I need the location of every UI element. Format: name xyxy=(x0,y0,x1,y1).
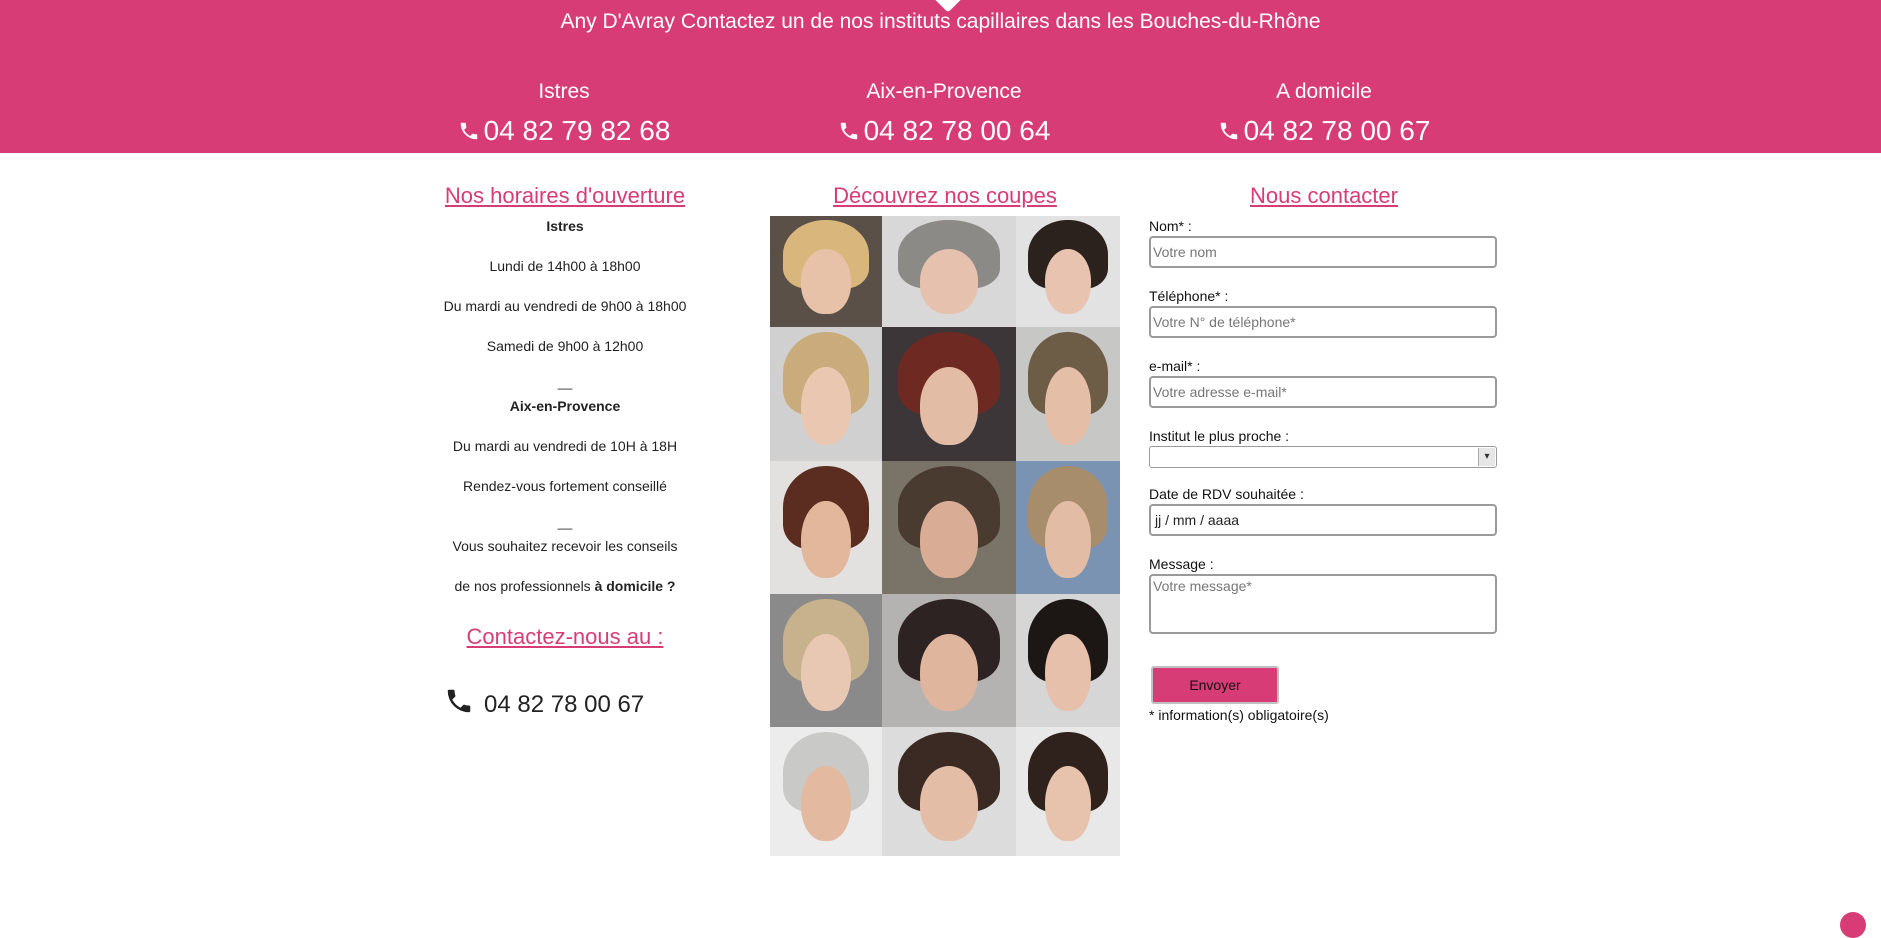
hours-line: Du mardi au vendredi de 10H à 18H xyxy=(452,438,678,454)
hours-line: Samedi de 9h00 à 12h00 xyxy=(486,338,644,354)
haircut-photo xyxy=(770,594,882,727)
name-input[interactable] xyxy=(1149,236,1497,268)
office-phone-link[interactable]: 04 82 78 00 64 xyxy=(794,114,1094,148)
office-domicile: A domicile 04 82 78 00 67 xyxy=(1174,80,1474,148)
contact-phone-title: Contactez-nous au : xyxy=(466,624,664,649)
hours-aix-name: Aix-en-Provence xyxy=(509,398,621,414)
haircut-photo xyxy=(770,461,882,594)
date-label: Date de RDV souhaitée : xyxy=(1149,486,1304,502)
haircut-photo xyxy=(882,216,1016,327)
office-istres: Istres 04 82 79 82 68 xyxy=(414,80,714,148)
haircut-gallery xyxy=(770,216,1120,856)
hours-home-bold: à domicile ? xyxy=(594,578,676,594)
date-input[interactable]: jj / mm / aaaa xyxy=(1149,504,1497,536)
office-phone-link[interactable]: 04 82 79 82 68 xyxy=(414,114,714,148)
name-label: Nom* : xyxy=(1149,218,1192,234)
phone-icon xyxy=(460,122,477,140)
office-phone-number[interactable]: 04 82 78 00 64 xyxy=(864,115,1051,146)
phone-input[interactable] xyxy=(1149,306,1497,338)
hours-block: Istres Lundi de 14h00 à 18h00 Du mardi a… xyxy=(425,216,705,596)
haircut-photo xyxy=(1016,216,1120,327)
office-name: Aix-en-Provence xyxy=(866,80,1022,103)
institute-select[interactable]: ▾ xyxy=(1149,446,1497,468)
phone-label: Téléphone* : xyxy=(1149,288,1229,304)
haircut-photo xyxy=(882,727,1016,856)
hours-istres-name: Istres xyxy=(546,218,584,234)
office-phone-number[interactable]: 04 82 79 82 68 xyxy=(484,115,671,146)
contact-phone-number[interactable]: 04 82 78 00 67 xyxy=(484,691,644,718)
phone-icon xyxy=(447,689,471,713)
haircut-photo xyxy=(770,216,882,327)
haircut-photo xyxy=(1016,327,1120,461)
message-label: Message : xyxy=(1149,556,1214,572)
phone-icon xyxy=(840,122,857,140)
required-note: * information(s) obligatoire(s) xyxy=(1149,707,1329,723)
email-input[interactable] xyxy=(1149,376,1497,408)
submit-button[interactable]: Envoyer xyxy=(1151,666,1279,704)
gallery-title: Découvrez nos coupes xyxy=(833,183,1057,208)
haircut-photo xyxy=(1016,727,1120,856)
haircut-photo xyxy=(1016,594,1120,727)
header-tagline: Any D'Avray Contactez un de nos institut… xyxy=(560,10,1321,33)
haircut-photo xyxy=(1016,461,1120,594)
office-phone-number[interactable]: 04 82 78 00 67 xyxy=(1244,115,1431,146)
office-aix: Aix-en-Provence 04 82 78 00 64 xyxy=(794,80,1094,148)
form-title: Nous contacter xyxy=(1250,183,1398,208)
email-label: e-mail* : xyxy=(1149,358,1201,374)
message-textarea[interactable] xyxy=(1149,574,1497,634)
haircut-photo xyxy=(882,461,1016,594)
office-name: Istres xyxy=(538,80,590,103)
header-banner: Any D'Avray Contactez un de nos institut… xyxy=(0,0,1881,153)
hours-line: Du mardi au vendredi de 9h00 à 18h00 xyxy=(443,298,687,314)
chevron-down-icon[interactable]: ▾ xyxy=(1478,448,1495,466)
haircut-photo xyxy=(770,327,882,461)
hours-separator: __ xyxy=(557,515,573,530)
hours-line: Lundi de 14h00 à 18h00 xyxy=(489,258,641,274)
hours-home-line1: Vous souhaitez recevoir les conseils xyxy=(452,538,678,554)
office-name: A domicile xyxy=(1276,80,1372,103)
chat-widget-icon[interactable] xyxy=(1840,912,1866,938)
hours-separator: __ xyxy=(557,375,573,390)
institute-label: Institut le plus proche : xyxy=(1149,428,1290,444)
contact-phone-link[interactable]: 04 82 78 00 67 xyxy=(444,686,644,719)
hours-line: Rendez-vous fortement conseillé xyxy=(463,478,667,494)
haircut-photo xyxy=(770,727,882,856)
haircut-photo xyxy=(882,327,1016,461)
hours-home-line2: de nos professionnels à domicile ? xyxy=(454,578,676,594)
haircut-photo xyxy=(882,594,1016,727)
phone-icon xyxy=(1220,122,1237,140)
office-phone-link[interactable]: 04 82 78 00 67 xyxy=(1174,114,1474,148)
hours-title: Nos horaires d'ouverture xyxy=(444,183,686,208)
